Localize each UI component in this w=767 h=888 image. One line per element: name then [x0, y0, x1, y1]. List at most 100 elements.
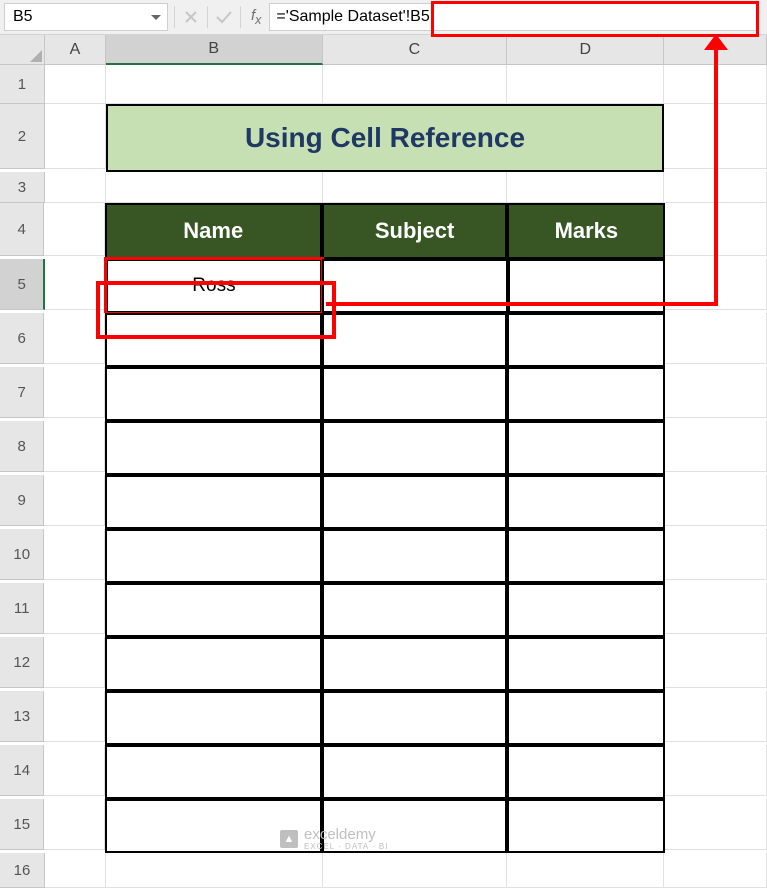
- cell-D13[interactable]: [507, 691, 665, 745]
- row-header-16[interactable]: 16: [0, 853, 45, 888]
- cell-A14[interactable]: [44, 745, 104, 796]
- row-header-12[interactable]: 12: [0, 637, 44, 688]
- cell-C13[interactable]: [322, 691, 508, 745]
- row-header-10[interactable]: 10: [0, 529, 44, 580]
- cell-A1[interactable]: [45, 65, 106, 104]
- row-header-3[interactable]: 3: [0, 172, 45, 203]
- cell-C6[interactable]: [322, 313, 508, 367]
- row-header-2[interactable]: 2: [0, 104, 45, 169]
- cell-E7[interactable]: [665, 367, 767, 418]
- cell-A13[interactable]: [44, 691, 104, 742]
- cell-B13[interactable]: [105, 691, 322, 745]
- cell-B5[interactable]: Ross: [106, 259, 323, 313]
- cell-E14[interactable]: [665, 745, 767, 796]
- name-box[interactable]: B5: [4, 3, 168, 31]
- cell-D14[interactable]: [507, 745, 665, 799]
- cell-A10[interactable]: [44, 529, 104, 580]
- cell-D12[interactable]: [507, 637, 665, 691]
- cell-D8[interactable]: [507, 421, 665, 475]
- select-all-corner[interactable]: [0, 35, 45, 65]
- cell-C16[interactable]: [323, 853, 508, 888]
- cell-E10[interactable]: [665, 529, 767, 580]
- cell-C10[interactable]: [322, 529, 508, 583]
- row-header-14[interactable]: 14: [0, 745, 44, 796]
- cell-C14[interactable]: [322, 745, 508, 799]
- row-header-6[interactable]: 6: [0, 313, 44, 364]
- formula-input[interactable]: ='Sample Dataset'!B5: [269, 3, 759, 31]
- cell-E8[interactable]: [665, 421, 767, 472]
- row-header-5[interactable]: 5: [0, 259, 45, 310]
- header-marks[interactable]: Marks: [507, 203, 665, 259]
- cell-A2[interactable]: [45, 104, 106, 169]
- cell-A3[interactable]: [45, 172, 106, 203]
- cell-B9[interactable]: [105, 475, 322, 529]
- cell-A16[interactable]: [45, 853, 106, 888]
- cell-E16[interactable]: [664, 853, 767, 888]
- enter-formula-button: [208, 3, 240, 31]
- annotation-arrow-head-icon: [704, 34, 728, 50]
- cell-D6[interactable]: [507, 313, 665, 367]
- cell-A15[interactable]: [44, 799, 104, 850]
- cell-D15[interactable]: [507, 799, 665, 853]
- title-cell[interactable]: Using Cell Reference: [106, 104, 665, 172]
- row-header-15[interactable]: 15: [0, 799, 44, 850]
- name-box-value: B5: [13, 8, 33, 26]
- row-header-8[interactable]: 8: [0, 421, 44, 472]
- cell-D7[interactable]: [507, 367, 665, 421]
- cell-A11[interactable]: [44, 583, 104, 634]
- row-header-1[interactable]: 1: [0, 65, 45, 104]
- column-header-a[interactable]: A: [45, 35, 106, 65]
- cell-C1[interactable]: [323, 65, 508, 104]
- watermark-brand: exceldemy: [304, 826, 388, 843]
- cell-D10[interactable]: [507, 529, 665, 583]
- row-header-11[interactable]: 11: [0, 583, 44, 634]
- row-header-7[interactable]: 7: [0, 367, 44, 418]
- cell-B12[interactable]: [105, 637, 322, 691]
- cell-E15[interactable]: [665, 799, 767, 850]
- row-header-9[interactable]: 9: [0, 475, 44, 526]
- cell-D16[interactable]: [507, 853, 664, 888]
- column-header-c[interactable]: C: [323, 35, 508, 65]
- row-header-4[interactable]: 4: [0, 203, 44, 256]
- dropdown-icon[interactable]: [151, 15, 161, 20]
- cell-E12[interactable]: [665, 637, 767, 688]
- cell-C12[interactable]: [322, 637, 508, 691]
- cell-B10[interactable]: [105, 529, 322, 583]
- cell-A9[interactable]: [44, 475, 104, 526]
- cell-C9[interactable]: [322, 475, 508, 529]
- cell-B1[interactable]: [106, 65, 323, 104]
- formula-bar: B5 fx ='Sample Dataset'!B5: [0, 0, 767, 35]
- cell-A7[interactable]: [44, 367, 104, 418]
- column-header-b[interactable]: B: [106, 35, 323, 65]
- annotation-arrow-vertical: [714, 34, 718, 306]
- cell-C7[interactable]: [322, 367, 508, 421]
- cell-A5[interactable]: [45, 259, 105, 310]
- cell-E11[interactable]: [665, 583, 767, 634]
- cell-A6[interactable]: [44, 313, 104, 364]
- cell-E9[interactable]: [665, 475, 767, 526]
- cell-D1[interactable]: [507, 65, 664, 104]
- cell-B8[interactable]: [105, 421, 322, 475]
- cell-A12[interactable]: [44, 637, 104, 688]
- cell-A8[interactable]: [44, 421, 104, 472]
- cell-A4[interactable]: [44, 203, 104, 256]
- cell-B11[interactable]: [105, 583, 322, 637]
- row-header-13[interactable]: 13: [0, 691, 44, 742]
- cell-B7[interactable]: [105, 367, 322, 421]
- cell-B6[interactable]: [105, 313, 322, 367]
- cell-E6[interactable]: [665, 313, 767, 364]
- cell-D11[interactable]: [507, 583, 665, 637]
- cell-B3[interactable]: [106, 172, 323, 203]
- fx-icon[interactable]: fx: [241, 7, 269, 27]
- cell-C8[interactable]: [322, 421, 508, 475]
- cell-D9[interactable]: [507, 475, 665, 529]
- cell-B16[interactable]: [106, 853, 323, 888]
- cell-C3[interactable]: [323, 172, 508, 203]
- cell-D3[interactable]: [507, 172, 664, 203]
- cell-C11[interactable]: [322, 583, 508, 637]
- header-subject[interactable]: Subject: [322, 203, 508, 259]
- header-name[interactable]: Name: [105, 203, 322, 259]
- cell-E13[interactable]: [665, 691, 767, 742]
- column-header-d[interactable]: D: [507, 35, 664, 65]
- cell-B14[interactable]: [105, 745, 322, 799]
